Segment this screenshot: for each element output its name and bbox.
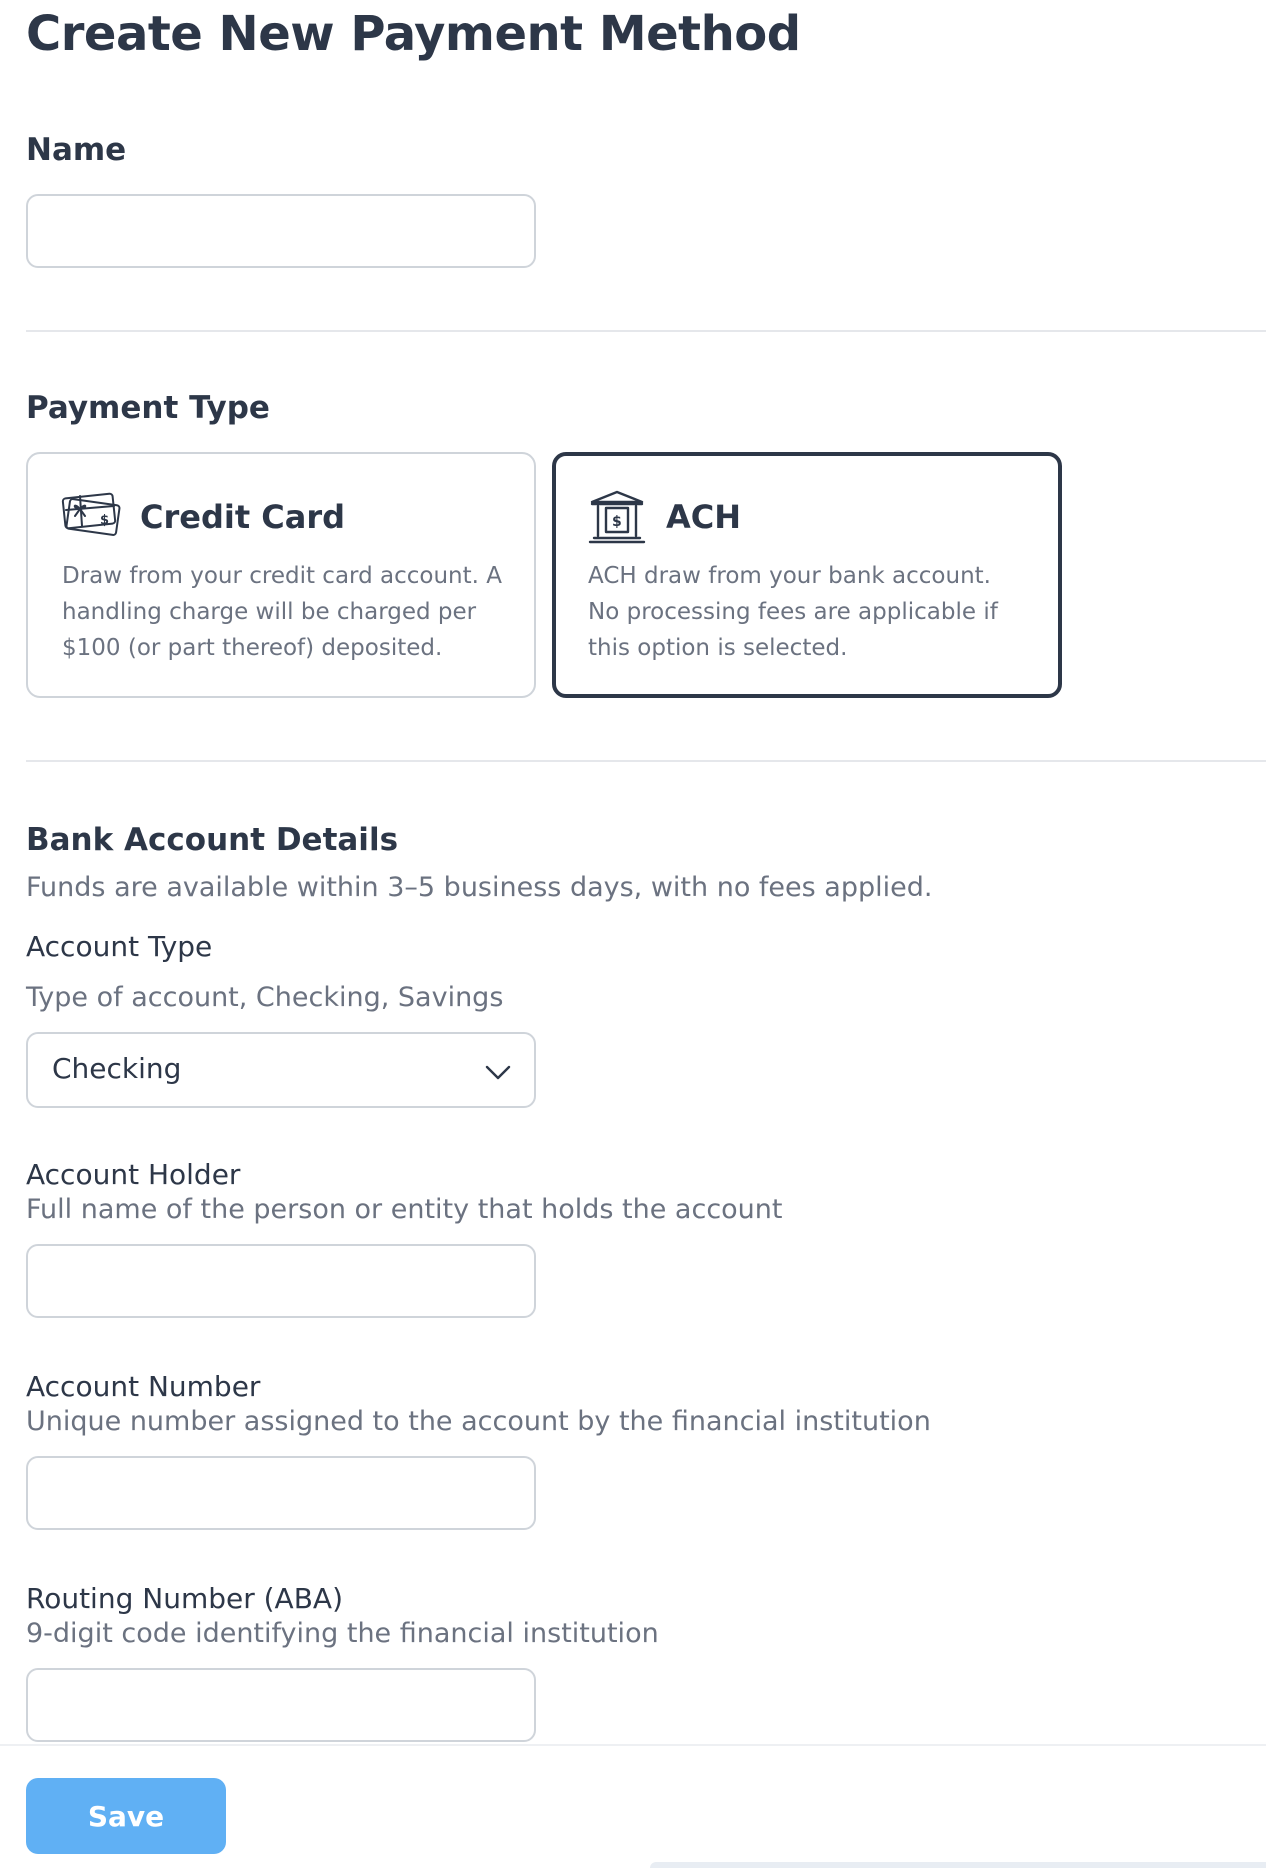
name-label: Name xyxy=(26,132,127,168)
account-number-helper: Unique number assigned to the account by… xyxy=(26,1406,931,1437)
account-number-input[interactable] xyxy=(26,1456,536,1530)
credit-card-title: Credit Card xyxy=(140,498,346,536)
account-holder-helper: Full name of the person or entity that h… xyxy=(26,1194,783,1225)
bank-account-details-subtitle: Funds are available within 3–5 business … xyxy=(26,872,933,903)
save-button[interactable]: Save xyxy=(26,1778,226,1854)
routing-number-helper: 9-digit code identifying the financial i… xyxy=(26,1618,659,1649)
payment-option-ach[interactable]: $ ACH ACH draw from your bank account. N… xyxy=(552,452,1062,698)
routing-number-input[interactable] xyxy=(26,1668,536,1742)
account-type-helper: Type of account, Checking, Savings xyxy=(26,982,504,1013)
bank-account-details-heading: Bank Account Details xyxy=(26,822,399,858)
svg-text:$: $ xyxy=(612,514,622,530)
create-payment-method-page: Create New Payment Method Name Payment T… xyxy=(0,0,1266,1868)
payment-type-label: Payment Type xyxy=(26,390,270,426)
section-divider xyxy=(26,330,1266,332)
name-input[interactable] xyxy=(26,194,536,268)
account-holder-label: Account Holder xyxy=(26,1158,241,1191)
page-title: Create New Payment Method xyxy=(26,6,801,62)
payment-option-credit-card[interactable]: $ Credit Card Draw from your credit card… xyxy=(26,452,536,698)
form-footer: Save xyxy=(0,1744,1266,1868)
bank-icon: $ xyxy=(588,490,646,544)
section-divider xyxy=(26,760,1266,762)
account-type-label: Account Type xyxy=(26,930,213,963)
chevron-down-icon xyxy=(485,1065,511,1080)
ach-description: ACH draw from your bank account. No proc… xyxy=(588,563,998,661)
account-holder-input[interactable] xyxy=(26,1244,536,1318)
account-number-label: Account Number xyxy=(26,1370,261,1403)
credit-card-icon: $ xyxy=(61,492,121,536)
footer-edge-bar xyxy=(650,1862,1266,1868)
svg-text:$: $ xyxy=(100,513,109,528)
routing-number-label: Routing Number (ABA) xyxy=(26,1582,343,1615)
ach-title: ACH xyxy=(666,498,742,536)
account-type-select[interactable]: Checking xyxy=(26,1032,536,1108)
account-type-selected-value: Checking xyxy=(52,1052,182,1085)
credit-card-description: Draw from your credit card account. A ha… xyxy=(62,563,502,661)
